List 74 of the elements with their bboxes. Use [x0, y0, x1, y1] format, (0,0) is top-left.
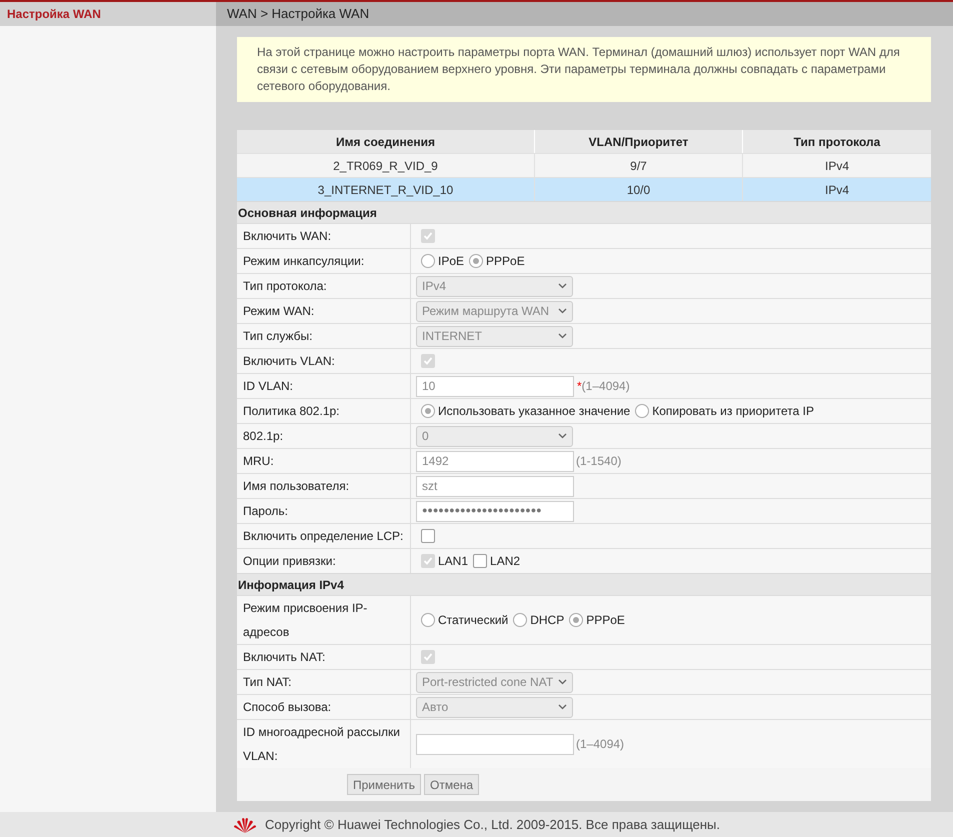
section-title: Основная информация — [238, 204, 377, 222]
field-label: ID VLAN: — [243, 378, 294, 395]
info-box: На этой странице можно настроить параметры порта WAN. Терминал (домашний шлюз) использует порт WAN для связи с сетевым оборудованием верхнего уровня. Эти параметры терминала должны совпадать с параметрами сетевого оборудования. — [237, 37, 931, 102]
field-label: 802.1p: — [243, 428, 284, 445]
chevron-icon — [558, 704, 567, 710]
required-mark: * — [577, 378, 582, 395]
radio-button[interactable] — [569, 613, 584, 627]
field-label: Режим WAN: — [243, 303, 314, 320]
field-label: Тип службы: — [243, 328, 312, 345]
check-icon — [423, 356, 433, 366]
field-label: ID многоадресной рассылки VLAN: — [243, 724, 401, 765]
field-label: Опции привязки: — [243, 553, 336, 570]
check-icon — [423, 231, 433, 241]
field-label: Включить WAN: — [243, 228, 332, 245]
field-label: Включить NAT: — [243, 649, 326, 666]
table-row[interactable]: 2_TR069_R_VID_9 9/7 IPv4 — [237, 153, 931, 177]
field-label: Режим присвоения IP-адресов — [243, 600, 368, 641]
range-hint: (1-1540) — [576, 453, 622, 470]
checkbox[interactable] — [421, 529, 435, 543]
radio-label: Статический — [438, 612, 508, 629]
input-field[interactable] — [416, 734, 574, 754]
radio-label: Копировать из приоритета IP — [652, 403, 814, 420]
column-header: Тип протокола — [792, 134, 882, 150]
chevron-icon — [558, 433, 567, 439]
checkbox-label: LAN2 — [490, 553, 520, 570]
radio-button[interactable] — [469, 254, 484, 268]
checkbox-label: LAN1 — [438, 553, 468, 570]
chevron-icon — [558, 283, 567, 289]
input-field[interactable]: 1492 — [416, 450, 574, 472]
table-row[interactable]: 3_INTERNET_R_VID_10 10/0 IPv4 — [237, 177, 931, 201]
radio-label: DHCP — [530, 612, 564, 629]
select-field[interactable]: Авто — [416, 696, 573, 718]
check-icon — [423, 556, 433, 566]
sidebar-item[interactable]: Настройка WAN — [0, 2, 216, 26]
field-label: Способ вызова: — [243, 699, 332, 716]
select-field[interactable]: Режим маршрута WAN — [416, 300, 573, 322]
field-label: Тип NAT: — [243, 674, 292, 691]
chevron-icon — [558, 308, 567, 314]
field-label: Включить VLAN: — [243, 353, 335, 370]
input-field[interactable]: 10 — [416, 376, 574, 396]
radio-button[interactable] — [513, 613, 528, 627]
range-hint: (1–4094) — [576, 736, 624, 753]
form-button[interactable]: Отмена — [424, 774, 480, 795]
radio-label: PPPoE — [486, 253, 525, 270]
field-label: Тип протокола: — [243, 278, 327, 295]
copyright-text: Copyright © Huawei Technologies Co., Ltd. 2009-2015. Все права защищены. — [265, 816, 720, 834]
breadcrumb: WAN > Настройка WAN — [227, 5, 370, 24]
chevron-icon — [558, 679, 567, 685]
radio-label: IPoE — [438, 253, 464, 270]
password-field[interactable]: ●●●●●●●●●●●●●●●●●●●●●● — [416, 500, 574, 522]
logo-icon — [233, 816, 257, 832]
field-label: Включить определение LCP: — [243, 528, 404, 545]
section-title: Информация IPv4 — [238, 576, 344, 594]
radio-button[interactable] — [421, 404, 435, 418]
field-label: Пароль: — [243, 503, 288, 520]
radio-label: PPPoE — [586, 612, 625, 629]
field-label: MRU: — [243, 453, 274, 470]
select-field[interactable]: INTERNET — [416, 326, 573, 346]
select-field[interactable]: IPv4 — [416, 276, 573, 296]
radio-button[interactable] — [421, 254, 435, 268]
field-label: Имя пользователя: — [243, 478, 350, 495]
radio-button[interactable] — [635, 404, 650, 418]
field-label: Режим инкапсуляции: — [243, 253, 364, 270]
radio-label: Использовать указанное значение — [438, 403, 630, 420]
radio-button[interactable] — [421, 613, 435, 627]
select-field[interactable]: Port-restricted cone NAT — [416, 672, 573, 692]
chevron-icon — [558, 333, 567, 339]
input-field[interactable]: szt — [416, 476, 574, 496]
range-hint: (1–4094) — [582, 378, 630, 395]
select-field[interactable]: 0 — [416, 426, 573, 446]
checkbox[interactable] — [473, 554, 488, 568]
check-icon — [423, 652, 433, 662]
field-label: Политика 802.1p: — [243, 403, 340, 420]
form-button[interactable]: Применить — [347, 774, 422, 795]
